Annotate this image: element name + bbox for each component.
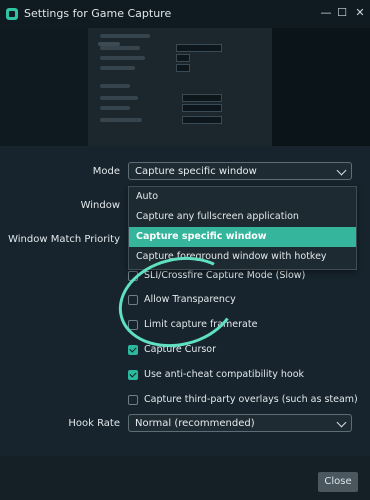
app-icon bbox=[6, 8, 18, 20]
mode-select-value: Capture specific window bbox=[135, 166, 257, 177]
close-window-button[interactable]: ✕ bbox=[352, 5, 368, 21]
anticheat-label: Use anti-cheat compatibility hook bbox=[144, 369, 305, 380]
mode-label: Mode bbox=[92, 166, 120, 177]
third-party-overlays-checkbox[interactable] bbox=[128, 395, 138, 405]
match-priority-label: Window Match Priority bbox=[8, 234, 120, 245]
mode-dropdown-list: Auto Capture any fullscreen application … bbox=[128, 186, 357, 270]
chevron-down-icon bbox=[336, 165, 347, 176]
dropdown-option-fullscreen[interactable]: Capture any fullscreen application bbox=[129, 207, 356, 227]
anticheat-checkbox[interactable] bbox=[128, 370, 138, 380]
third-party-overlays-label: Capture third-party overlays (such as st… bbox=[144, 394, 358, 405]
dropdown-option-auto[interactable]: Auto bbox=[129, 187, 356, 207]
preview-left-area bbox=[0, 28, 88, 146]
window-title: Settings for Game Capture bbox=[24, 7, 172, 20]
minimize-button[interactable]: — bbox=[318, 5, 334, 21]
close-button[interactable]: Close bbox=[318, 472, 358, 492]
hook-rate-label: Hook Rate bbox=[68, 418, 120, 429]
maximize-button[interactable]: ☐ bbox=[334, 5, 350, 21]
dropdown-option-specific-window[interactable]: Capture specific window bbox=[129, 227, 356, 247]
source-preview bbox=[0, 28, 370, 146]
window-label: Window bbox=[80, 200, 120, 211]
mode-select[interactable]: Capture specific window bbox=[128, 162, 352, 180]
hook-rate-select[interactable]: Normal (recommended) bbox=[128, 414, 352, 432]
hook-rate-value: Normal (recommended) bbox=[135, 418, 255, 429]
title-bar: Settings for Game Capture — ☐ ✕ bbox=[0, 0, 370, 28]
preview-right-area bbox=[272, 28, 370, 146]
capture-cursor-checkbox[interactable] bbox=[128, 345, 138, 355]
chevron-down-icon bbox=[336, 417, 347, 428]
footer-bar bbox=[0, 456, 370, 500]
